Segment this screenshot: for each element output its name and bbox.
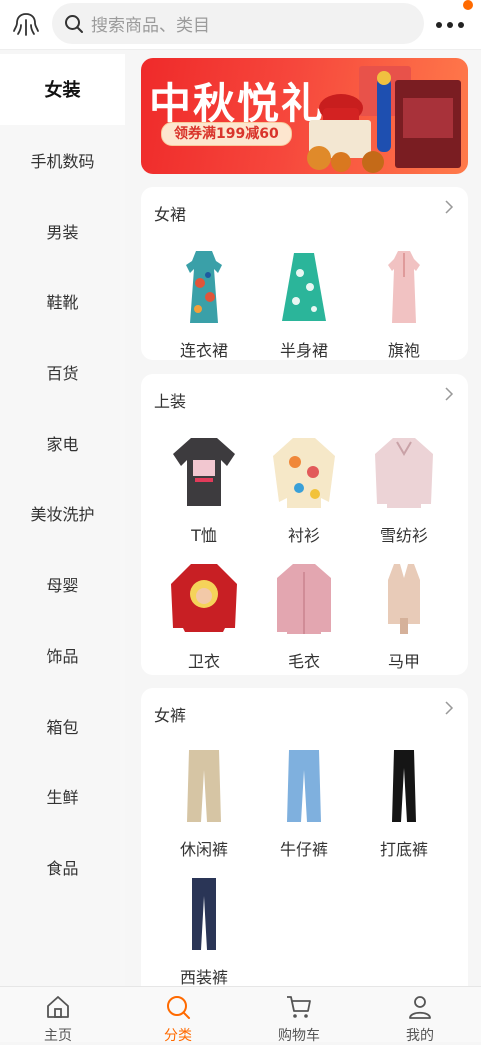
category-item[interactable]: 旗袍	[354, 245, 454, 361]
sidebar-item-digital[interactable]: 手机数码	[0, 125, 125, 196]
category-icon	[167, 996, 190, 1019]
search-icon	[65, 14, 83, 33]
sidebar-item-fresh[interactable]: 生鲜	[0, 761, 125, 832]
category-item[interactable]: 衬衫	[254, 430, 354, 546]
sweater-image	[277, 564, 331, 634]
logo-icon[interactable]	[12, 11, 40, 37]
tab-label: 我的	[406, 1028, 434, 1044]
dress-image	[186, 251, 222, 323]
category-item[interactable]: 半身裙	[254, 245, 354, 361]
category-content: 中秋悦礼 领券满199减60 女裙 连衣裙 半身裙 旗袍 上装 T恤 衬衫 雪纺…	[125, 54, 481, 986]
sidebar-item-baby[interactable]: 母婴	[0, 549, 125, 620]
category-item-label: T恤	[191, 526, 217, 545]
category-item[interactable]: 卫衣	[154, 556, 254, 672]
shirt-image	[273, 438, 335, 508]
category-item[interactable]: 休闲裤	[154, 744, 254, 860]
category-item-label: 旗袍	[387, 341, 420, 360]
notification-dot	[463, 0, 473, 10]
sidebar-item-men[interactable]: 男装	[0, 195, 125, 266]
top-bar: 搜索商品、类目	[0, 0, 481, 50]
sidebar-item-shoes[interactable]: 鞋靴	[0, 266, 125, 337]
chevron-right-icon[interactable]	[444, 700, 454, 716]
more-icon	[436, 22, 464, 28]
category-item-label: 毛衣	[287, 652, 320, 671]
tab-profile[interactable]: 我的	[370, 987, 470, 1044]
chevron-right-icon[interactable]	[444, 386, 454, 402]
sidebar-item-women[interactable]: 女装	[0, 54, 125, 125]
profile-icon	[409, 996, 431, 1019]
tab-category[interactable]: 分类	[128, 987, 228, 1044]
sidebar-item-accessories[interactable]: 饰品	[0, 620, 125, 691]
vest-image	[388, 564, 420, 634]
category-item-label: 西装裤	[179, 968, 228, 986]
category-item[interactable]: 牛仔裤	[254, 744, 354, 860]
category-item[interactable]: 连衣裙	[154, 245, 254, 361]
category-item-label: 雪纺衫	[379, 526, 428, 545]
category-item-label: 牛仔裤	[279, 840, 328, 859]
tab-label: 购物车	[278, 1028, 320, 1044]
sidebar-item-food[interactable]: 食品	[0, 832, 125, 903]
category-item-label: 休闲裤	[179, 840, 228, 859]
sidebar-item-general[interactable]: 百货	[0, 337, 125, 408]
sidebar-item-bags[interactable]: 箱包	[0, 690, 125, 761]
banner-coupon[interactable]: 领券满199减60	[161, 122, 292, 146]
search-placeholder: 搜索商品、类目	[91, 16, 210, 36]
gift-box-image	[307, 66, 461, 173]
section-title: 女裙	[154, 205, 187, 224]
sidebar-item-beauty[interactable]: 美妆洗护	[0, 478, 125, 549]
section-dresses: 女裙 连衣裙 半身裙 旗袍	[141, 187, 468, 360]
section-pants: 女裤 休闲裤 牛仔裤 打底裤 西装裤	[141, 688, 468, 986]
category-item-label: 衬衫	[287, 526, 320, 545]
hoodie-image	[171, 564, 237, 632]
skirt-image	[282, 253, 326, 321]
category-item[interactable]: 马甲	[354, 556, 454, 672]
category-item-label: 打底裤	[379, 840, 428, 859]
category-item-label: 卫衣	[187, 652, 220, 671]
category-item-label: 半身裙	[279, 341, 328, 360]
chiffon-shirt-image	[375, 438, 433, 508]
chevron-right-icon[interactable]	[444, 199, 454, 215]
tshirt-image	[173, 438, 235, 506]
qipao-image	[388, 251, 420, 323]
section-title: 女裤	[154, 706, 187, 725]
category-item-label: 连衣裙	[179, 341, 228, 360]
category-item-label: 马甲	[387, 652, 420, 671]
casual-pants-image	[187, 750, 221, 822]
section-tops: 上装 T恤 衬衫 雪纺衫 卫衣 毛衣 马甲	[141, 374, 468, 675]
tab-label: 分类	[164, 1028, 192, 1044]
cart-icon	[287, 996, 311, 1018]
tab-cart[interactable]: 购物车	[249, 987, 349, 1044]
suit-pants-image	[192, 878, 216, 950]
search-bar[interactable]: 搜索商品、类目	[52, 3, 424, 44]
tab-label: 主页	[44, 1028, 72, 1044]
category-item[interactable]: 西装裤	[154, 872, 254, 986]
promo-banner[interactable]: 中秋悦礼 领券满199减60	[141, 58, 468, 174]
category-item[interactable]: 打底裤	[354, 744, 454, 860]
home-icon	[47, 996, 69, 1018]
category-sidebar: 女装 手机数码 男装 鞋靴 百货 家电 美妆洗护 母婴 饰品 箱包 生鲜 食品	[0, 54, 125, 986]
category-item[interactable]: 毛衣	[254, 556, 354, 672]
section-title: 上装	[154, 392, 187, 411]
bottom-tab-bar: 主页 分类 购物车 我的	[0, 986, 481, 1044]
leggings-image	[392, 750, 416, 822]
tab-home[interactable]: 主页	[8, 987, 108, 1044]
category-item[interactable]: 雪纺衫	[354, 430, 454, 546]
more-button[interactable]	[436, 12, 470, 36]
jeans-image	[287, 750, 321, 822]
category-item[interactable]: T恤	[154, 430, 254, 546]
sidebar-item-appliances[interactable]: 家电	[0, 407, 125, 478]
